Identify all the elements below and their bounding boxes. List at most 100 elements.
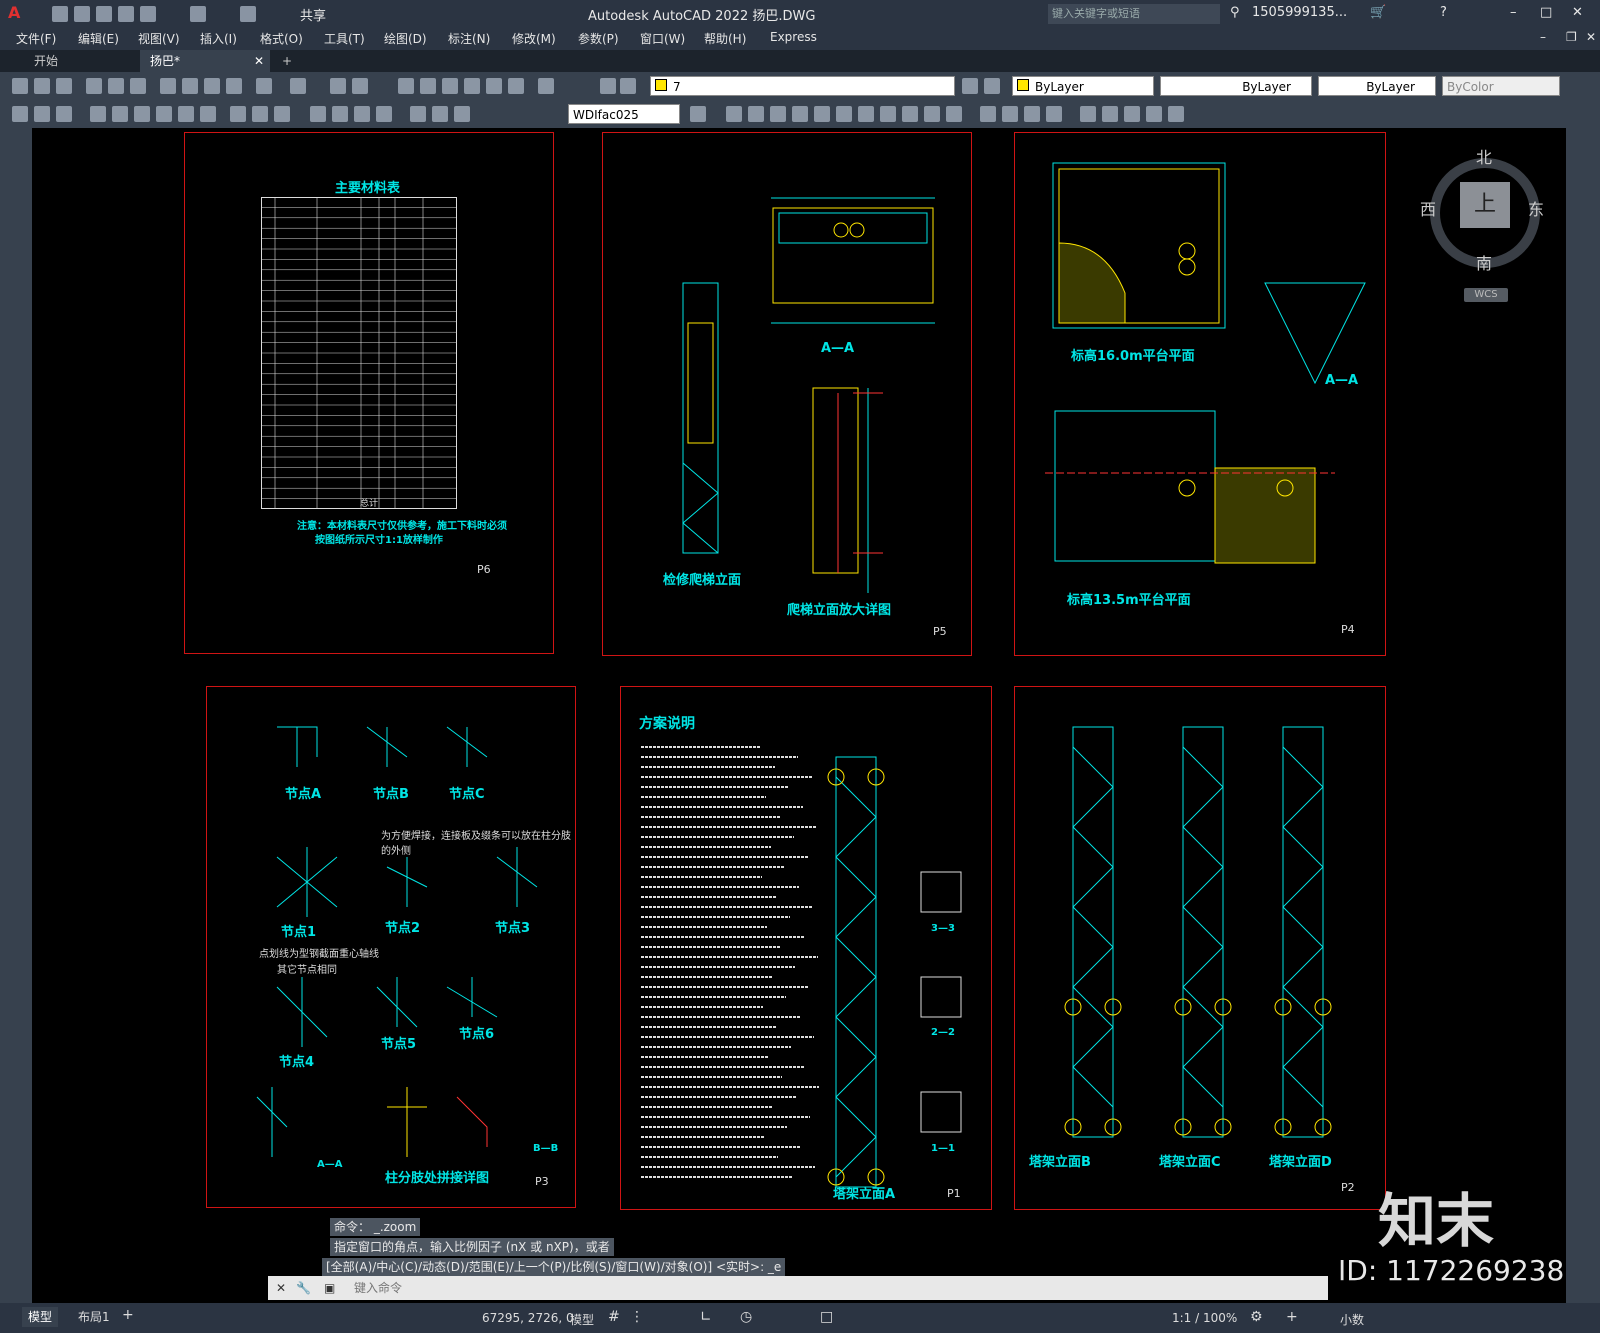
open-icon[interactable] — [34, 78, 50, 94]
command-input-bar[interactable]: ✕ 🔧 ▣ 键入命令 — [268, 1276, 1328, 1300]
toolpalette-icon[interactable] — [442, 78, 458, 94]
modify-extend-icon[interactable] — [946, 106, 962, 122]
undo-icon[interactable] — [256, 78, 272, 94]
text-icon[interactable] — [1168, 106, 1184, 122]
cart-icon[interactable]: 🛒 — [1370, 5, 1386, 20]
plot-icon[interactable] — [86, 78, 102, 94]
preview-icon[interactable] — [108, 78, 124, 94]
snap-icon[interactable]: ⋮ — [630, 1309, 644, 1325]
share-button[interactable]: 共享 — [300, 5, 326, 24]
menu-file[interactable]: 文件(F) — [16, 30, 56, 47]
modify-fillet-icon[interactable] — [1046, 106, 1062, 122]
dim-aligned-icon[interactable] — [56, 106, 72, 122]
annotation-scale[interactable]: 1:1 / 100% — [1172, 1311, 1237, 1325]
linetype-dropdown[interactable]: ByLayer — [1160, 76, 1312, 96]
modify-erase-icon[interactable] — [726, 106, 742, 122]
modify-mirror-icon[interactable] — [770, 106, 786, 122]
modify-scale-icon[interactable] — [880, 106, 896, 122]
dim-diameter-icon[interactable] — [178, 106, 194, 122]
plot-icon[interactable] — [140, 6, 156, 22]
menu-insert[interactable]: 插入(I) — [200, 30, 237, 47]
menu-edit[interactable]: 编辑(E) — [78, 30, 119, 47]
modify-join-icon[interactable] — [1002, 106, 1018, 122]
command-input[interactable]: 键入命令 — [354, 1276, 402, 1300]
menu-parametric[interactable]: 参数(P) — [578, 30, 619, 47]
dim-angular-icon[interactable] — [200, 106, 216, 122]
doc-restore-button[interactable]: ❐ — [1566, 30, 1577, 44]
dimstyle-dropdown[interactable]: WDIfac025 — [568, 104, 680, 124]
recent-commands-icon[interactable]: ▣ — [324, 1276, 335, 1300]
layer-previous-icon[interactable] — [984, 78, 1000, 94]
dim-update-icon[interactable] — [454, 106, 470, 122]
qdim-icon[interactable] — [12, 106, 28, 122]
menu-draw[interactable]: 绘图(D) — [384, 30, 427, 47]
modify-copy-icon[interactable] — [748, 106, 764, 122]
help-icon[interactable]: ? — [1440, 5, 1447, 20]
cut-icon[interactable] — [160, 78, 176, 94]
menu-format[interactable]: 格式(O) — [260, 30, 303, 47]
menu-express[interactable]: Express — [770, 30, 817, 44]
jogged-linear-icon[interactable] — [376, 106, 392, 122]
dimstyle-icon[interactable] — [690, 106, 706, 122]
dim-arc-icon[interactable] — [90, 106, 106, 122]
maximize-button[interactable]: □ — [1540, 5, 1552, 20]
dim-ordinate-icon[interactable] — [112, 106, 128, 122]
redo-icon[interactable] — [240, 6, 256, 22]
modify-break-icon[interactable] — [980, 106, 996, 122]
color-dropdown[interactable]: ByLayer — [1012, 76, 1154, 96]
group-icon[interactable] — [1124, 106, 1140, 122]
paste-icon[interactable] — [204, 78, 220, 94]
modify-move-icon[interactable] — [836, 106, 852, 122]
viewcube-east[interactable]: 东 — [1528, 196, 1544, 220]
draworder-icon[interactable] — [1102, 106, 1118, 122]
modify-stretch-icon[interactable] — [902, 106, 918, 122]
layer-dropdown[interactable]: 7 — [650, 76, 955, 96]
menu-window[interactable]: 窗口(W) — [640, 30, 685, 47]
doc-minimize-button[interactable]: – — [1540, 30, 1546, 44]
viewcube-south[interactable]: 南 — [1476, 250, 1492, 274]
add-layout-button[interactable]: + — [122, 1307, 134, 1323]
drawing-canvas[interactable]: 主要材料表 总计 注意：本材料表尺寸仅供参考，施工下料时必须 按图纸所示尺寸1:… — [32, 128, 1566, 1303]
save-icon[interactable] — [96, 6, 112, 22]
minimize-button[interactable]: – — [1510, 5, 1517, 20]
publish-icon[interactable] — [130, 78, 146, 94]
dim-radius-icon[interactable] — [134, 106, 150, 122]
tab-model[interactable]: 模型 — [22, 1307, 59, 1327]
matchprop-icon[interactable] — [226, 78, 242, 94]
viewcube-north[interactable]: 北 — [1476, 144, 1492, 168]
open-icon[interactable] — [74, 6, 90, 22]
user-account[interactable]: 1505999135... — [1252, 5, 1347, 20]
menu-modify[interactable]: 修改(M) — [512, 30, 556, 47]
pan-icon[interactable] — [330, 78, 346, 94]
dim-baseline-icon[interactable] — [252, 106, 268, 122]
plotstyle-dropdown[interactable]: ByColor — [1442, 76, 1560, 96]
quick-dim-icon[interactable] — [230, 106, 246, 122]
help-icon[interactable] — [538, 78, 554, 94]
search-icon[interactable]: ⚲ — [1230, 5, 1240, 20]
qnew-icon[interactable] — [12, 78, 28, 94]
layer-properties-icon[interactable] — [600, 78, 616, 94]
wcs-menu[interactable]: WCS — [1464, 288, 1508, 302]
workspace-gear-icon[interactable]: ⚙ — [1250, 1309, 1263, 1325]
inspect-icon[interactable] — [354, 106, 370, 122]
new-icon[interactable] — [52, 6, 68, 22]
modify-array-icon[interactable] — [814, 106, 830, 122]
osnap-icon[interactable]: □ — [820, 1309, 833, 1325]
model-space-button[interactable]: 模型 — [570, 1311, 594, 1328]
close-command-icon[interactable]: ✕ — [276, 1276, 286, 1300]
units-readout[interactable]: 小数 — [1340, 1311, 1364, 1328]
modify-explode-icon[interactable] — [1080, 106, 1096, 122]
doc-close-button[interactable]: ✕ — [1586, 30, 1596, 44]
menu-dimension[interactable]: 标注(N) — [448, 30, 490, 47]
undo-icon[interactable] — [190, 6, 206, 22]
modify-chamfer-icon[interactable] — [1024, 106, 1040, 122]
zoom-icon[interactable] — [352, 78, 368, 94]
tolerance-icon[interactable] — [310, 106, 326, 122]
menu-tools[interactable]: 工具(T) — [324, 30, 365, 47]
viewcube-top-face[interactable]: 上 — [1460, 182, 1510, 228]
markup-icon[interactable] — [486, 78, 502, 94]
tab-layout1[interactable]: 布局1 — [72, 1307, 116, 1327]
modify-trim-icon[interactable] — [924, 106, 940, 122]
ortho-icon[interactable]: ∟ — [700, 1309, 712, 1325]
properties-icon[interactable] — [398, 78, 414, 94]
